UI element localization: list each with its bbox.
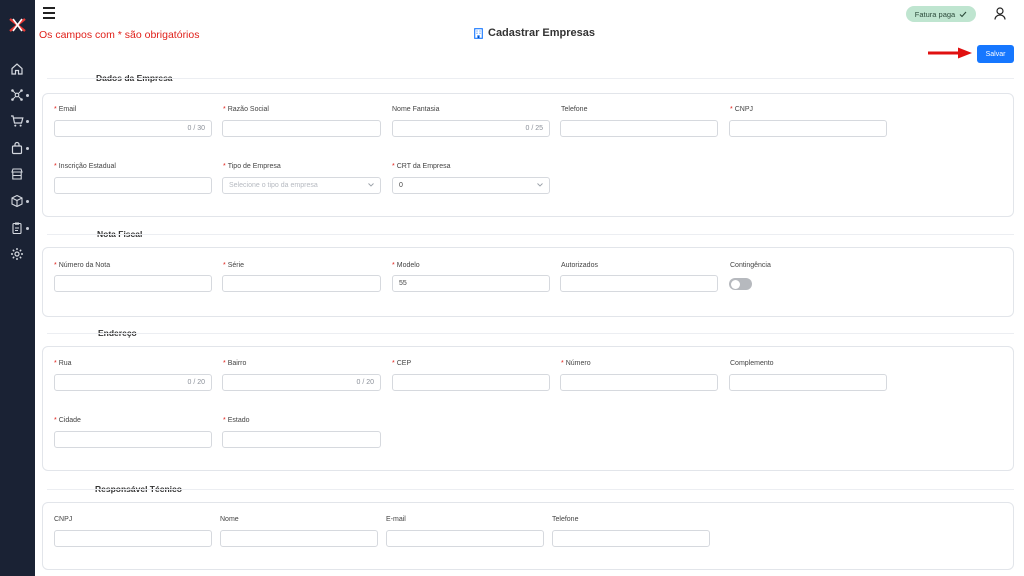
submenu-dot [26,94,29,97]
autorizados-field[interactable] [560,275,718,292]
label-resp-cnpj: CNPJ [54,516,73,523]
sidebar [0,0,35,576]
label-crt-empresa: * CRT da Empresa [392,163,451,170]
serie-field[interactable] [222,275,381,292]
submenu-dot [26,227,29,230]
section-divider [47,78,1014,79]
user-icon[interactable] [994,7,1006,20]
label-resp-email: E-mail [386,516,406,523]
select-placeholder: Selecione o tipo da empresa [229,182,318,189]
cnpj-field[interactable] [729,120,887,137]
complemento-field[interactable] [729,374,887,391]
telefone-field[interactable] [560,120,718,137]
char-counter: 0 / 30 [187,125,205,132]
label-email: * Email [54,106,77,113]
label-contingencia: Contingência [730,262,771,269]
resp-nome-field[interactable] [220,530,378,547]
box-icon[interactable] [10,194,24,208]
cidade-field[interactable] [54,431,212,448]
store-icon[interactable] [10,167,24,181]
numero-field[interactable] [560,374,718,391]
label-rua: * Rua [54,360,72,367]
clipboard-icon[interactable] [10,221,24,235]
label-numero: * Número [561,360,591,367]
label-serie: * Série [223,262,245,269]
pointer-arrow [928,47,972,59]
resp-email-field[interactable] [386,530,544,547]
cart-icon[interactable] [10,114,24,128]
label-resp-telefone: Telefone [552,516,579,523]
cep-field[interactable] [392,374,550,391]
estado-field[interactable] [222,431,381,448]
char-counter: 0 / 20 [356,379,374,386]
resp-cnpj-field[interactable] [54,530,212,547]
label-autorizados: Autorizados [561,262,598,269]
label-inscricao-estadual: * Inscrição Estadual [54,163,116,170]
card-endereco [42,346,1014,471]
contingencia-toggle[interactable] [729,278,752,290]
inscricao-estadual-field[interactable] [54,177,212,194]
label-complemento: Complemento [730,360,774,367]
resp-telefone-field[interactable] [552,530,710,547]
card-empresa [42,93,1014,217]
label-cep: * CEP [392,360,412,367]
select-value: 0 [399,182,403,189]
rua-field[interactable]: 0 / 20 [54,374,212,391]
hamburger-menu-icon[interactable] [43,7,55,19]
label-numero-nota: * Número da Nota [54,262,111,269]
char-counter: 0 / 25 [525,125,543,132]
razao-social-field[interactable] [222,120,381,137]
check-icon [959,11,967,17]
toggle-knob [730,279,740,289]
crt-empresa-select[interactable]: 0 [392,177,550,194]
submenu-dot [26,120,29,123]
label-cnpj: * CNPJ [730,106,754,113]
numero-nota-field[interactable] [54,275,212,292]
label-estado: * Estado [223,417,250,424]
modelo-field[interactable]: 55 [392,275,550,292]
label-bairro: * Bairro [223,360,247,367]
required-fields-note: Os campos com * são obrigatórios [39,29,200,41]
field-value: 55 [399,280,407,287]
char-counter: 0 / 20 [187,379,205,386]
page-title: Cadastrar Empresas [474,27,595,39]
section-divider [47,333,1014,334]
status-badge-label: Fatura paga [914,9,956,19]
chevron-down-icon [537,183,543,187]
label-cidade: * Cidade [54,417,81,424]
x-logo[interactable] [9,18,26,32]
submenu-dot [26,147,29,150]
section-divider [47,234,1014,235]
save-button[interactable]: Salvar [977,45,1014,63]
page-title-text: Cadastrar Empresas [488,27,596,39]
bag-icon[interactable] [10,141,24,155]
label-resp-nome: Nome [220,516,239,523]
label-nome-fantasia: Nome Fantasia [392,106,440,113]
gear-icon[interactable] [10,247,24,261]
tipo-empresa-select[interactable]: Selecione o tipo da empresa [222,177,381,194]
network-icon[interactable] [10,88,24,102]
bairro-field[interactable]: 0 / 20 [222,374,381,391]
label-telefone: Telefone [561,106,588,113]
home-icon[interactable] [10,62,24,76]
label-razao-social: * Razão Social [223,106,269,113]
section-divider [47,489,1014,490]
building-icon [474,27,483,39]
email-field[interactable]: 0 / 30 [54,120,212,137]
chevron-down-icon [368,183,374,187]
nome-fantasia-field[interactable]: 0 / 25 [392,120,550,137]
label-modelo: * Modelo [392,262,420,269]
label-tipo-empresa: * Tipo de Empresa [223,163,281,170]
status-badge: Fatura paga [906,6,976,22]
submenu-dot [26,200,29,203]
